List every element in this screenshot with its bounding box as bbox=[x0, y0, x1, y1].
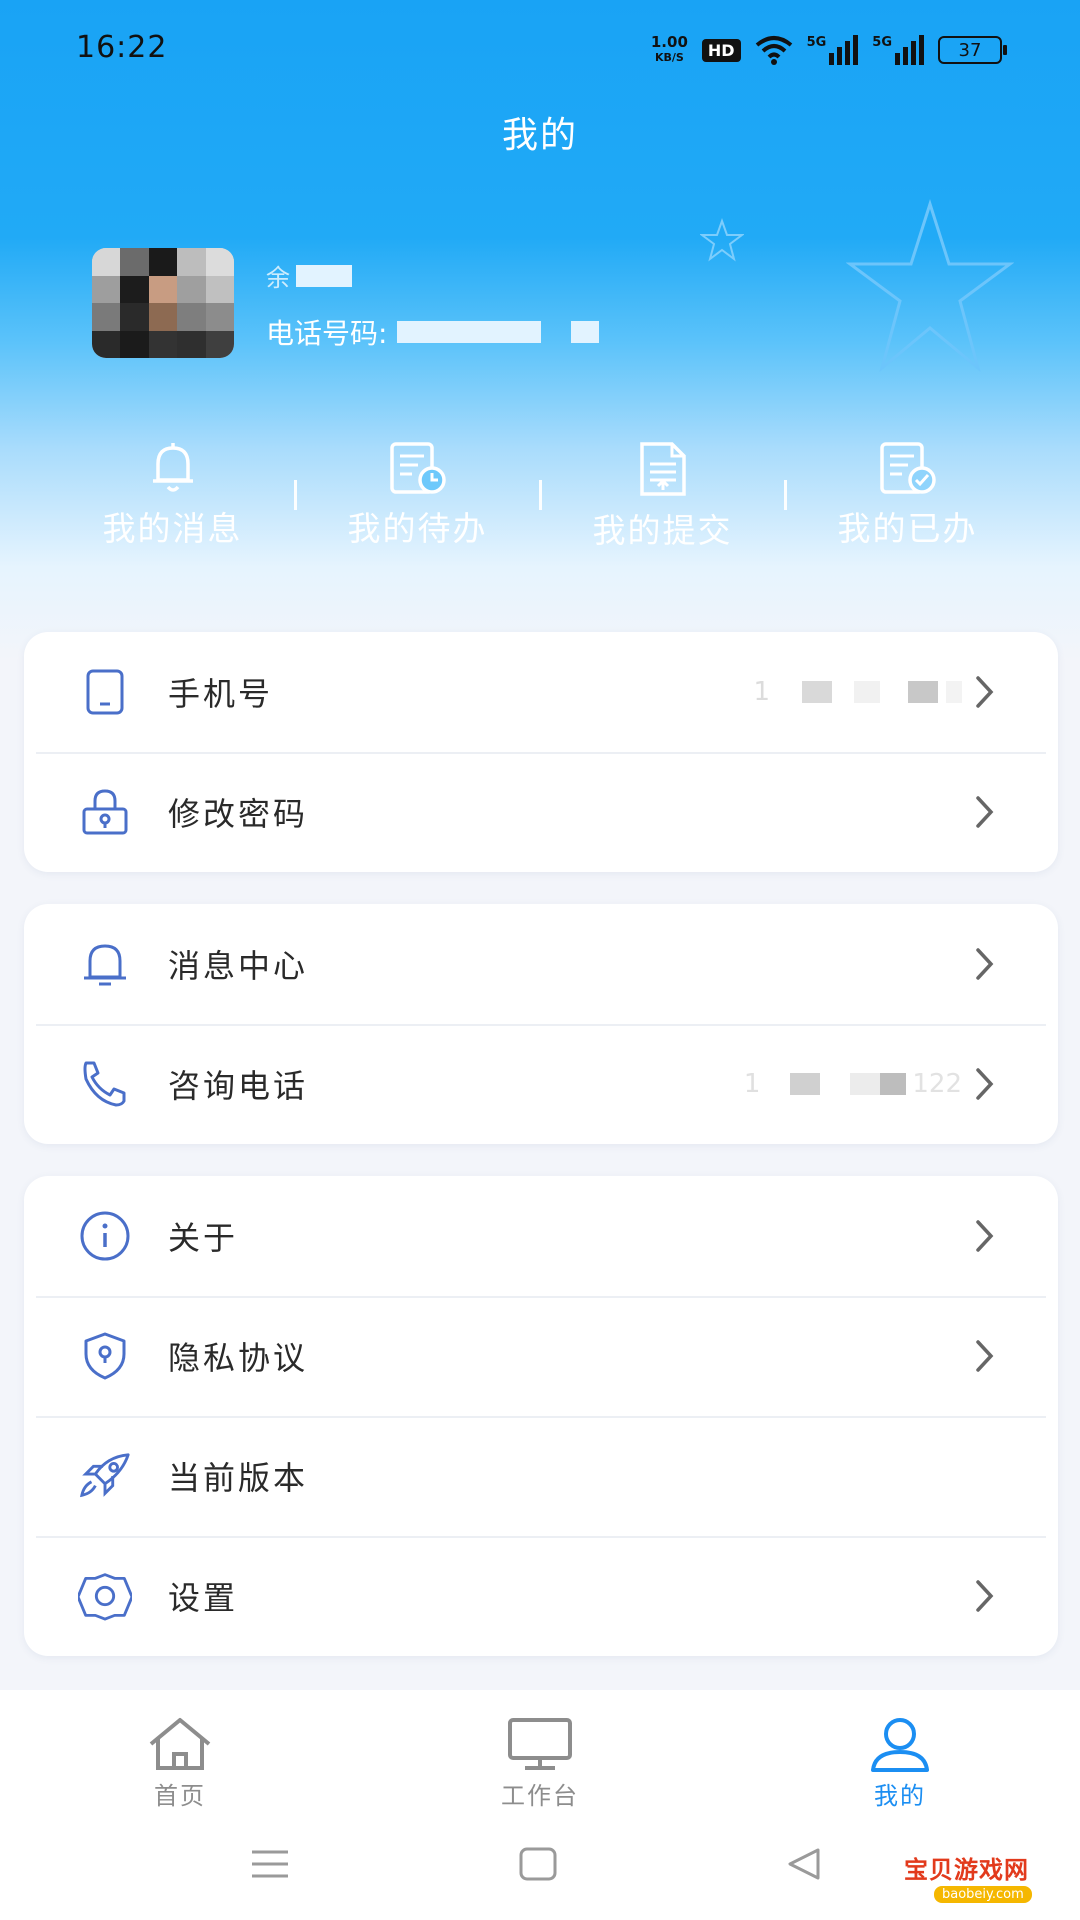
user-name: 余 bbox=[266, 258, 352, 293]
account-card: 手机号 1 修改密码 bbox=[24, 632, 1058, 872]
contact-card: 消息中心 咨询电话 1 122 bbox=[24, 904, 1058, 1144]
small-star-icon bbox=[700, 218, 744, 262]
hd-badge: HD bbox=[701, 38, 741, 62]
bottom-tab-bar: 首页 工作台 我的 bbox=[0, 1690, 1080, 1820]
chevron-right-icon bbox=[976, 1340, 994, 1372]
signal-5g-icon: 5G bbox=[807, 35, 859, 65]
quick-my-messages[interactable]: 我的消息 bbox=[50, 440, 295, 550]
phone-mask bbox=[397, 321, 542, 343]
lock-icon bbox=[82, 789, 128, 835]
change-password-row[interactable]: 修改密码 bbox=[24, 752, 1058, 872]
chevron-right-icon bbox=[976, 1220, 994, 1252]
tab-home[interactable]: 首页 bbox=[80, 1716, 280, 1811]
chevron-right-icon bbox=[976, 796, 994, 828]
watermark-logo: 宝贝游戏网 baobeiy.com bbox=[904, 1850, 1054, 1910]
monitor-icon bbox=[508, 1718, 572, 1770]
about-row[interactable]: 关于 bbox=[24, 1176, 1058, 1296]
status-time: 16:22 bbox=[76, 30, 168, 65]
home-button-icon[interactable] bbox=[518, 1844, 558, 1884]
user-name-mask bbox=[296, 264, 352, 287]
tab-workbench[interactable]: 工作台 bbox=[440, 1716, 640, 1811]
chevron-right-icon bbox=[976, 676, 994, 708]
todo-clock-icon bbox=[389, 442, 446, 494]
status-bar: 16:22 1.00 KB/S HD 5G 5G 37 bbox=[0, 0, 1080, 100]
gear-icon bbox=[78, 1573, 132, 1621]
info-icon bbox=[80, 1211, 130, 1261]
home-icon bbox=[149, 1718, 211, 1770]
quick-divider bbox=[294, 480, 297, 510]
privacy-row[interactable]: 隐私协议 bbox=[24, 1296, 1058, 1416]
tab-mine[interactable]: 我的 bbox=[800, 1716, 1000, 1811]
settings-row[interactable]: 设置 bbox=[24, 1536, 1058, 1656]
quick-my-submissions[interactable]: 我的提交 bbox=[540, 440, 785, 550]
avatar-image bbox=[92, 248, 234, 358]
quick-divider bbox=[539, 480, 542, 510]
battery-icon: 37 bbox=[938, 36, 1007, 64]
message-center-row[interactable]: 消息中心 bbox=[24, 904, 1058, 1024]
hotline-value: 1 122 bbox=[743, 1069, 962, 1099]
quick-my-todo[interactable]: 我的待办 bbox=[295, 440, 540, 550]
hotline-row[interactable]: 咨询电话 1 122 bbox=[24, 1024, 1058, 1144]
user-icon bbox=[871, 1718, 929, 1772]
status-icons: 1.00 KB/S HD 5G 5G 37 bbox=[650, 30, 1007, 70]
rocket-icon bbox=[80, 1453, 130, 1498]
submit-doc-icon bbox=[639, 442, 686, 496]
back-icon[interactable] bbox=[784, 1844, 824, 1884]
shield-icon bbox=[84, 1332, 126, 1380]
chevron-right-icon bbox=[976, 1580, 994, 1612]
chevron-right-icon bbox=[976, 1068, 994, 1100]
phone-icon bbox=[86, 669, 124, 715]
quick-divider bbox=[784, 480, 787, 510]
signal-5g-icon-2: 5G bbox=[872, 35, 924, 65]
menu-icon[interactable] bbox=[250, 1844, 290, 1884]
chevron-right-icon bbox=[976, 948, 994, 980]
telephone-icon bbox=[83, 1061, 126, 1107]
done-check-icon bbox=[879, 442, 936, 494]
version-row[interactable]: 当前版本 bbox=[24, 1416, 1058, 1536]
phone-number-value: 1 bbox=[753, 677, 962, 707]
quick-my-done[interactable]: 我的已办 bbox=[785, 440, 1030, 550]
bell-icon bbox=[152, 443, 193, 492]
bell-icon bbox=[84, 944, 126, 986]
network-speed: 1.00 KB/S bbox=[650, 33, 688, 65]
page-title: 我的 bbox=[501, 115, 578, 156]
large-star-icon bbox=[846, 199, 1014, 373]
wifi-icon bbox=[755, 36, 792, 65]
system-card: 关于 隐私协议 当前版本 设置 bbox=[24, 1176, 1058, 1656]
phone-number-row[interactable]: 手机号 1 bbox=[24, 632, 1058, 752]
avatar[interactable] bbox=[92, 248, 234, 358]
user-phone: 电话号码: bbox=[266, 312, 600, 352]
